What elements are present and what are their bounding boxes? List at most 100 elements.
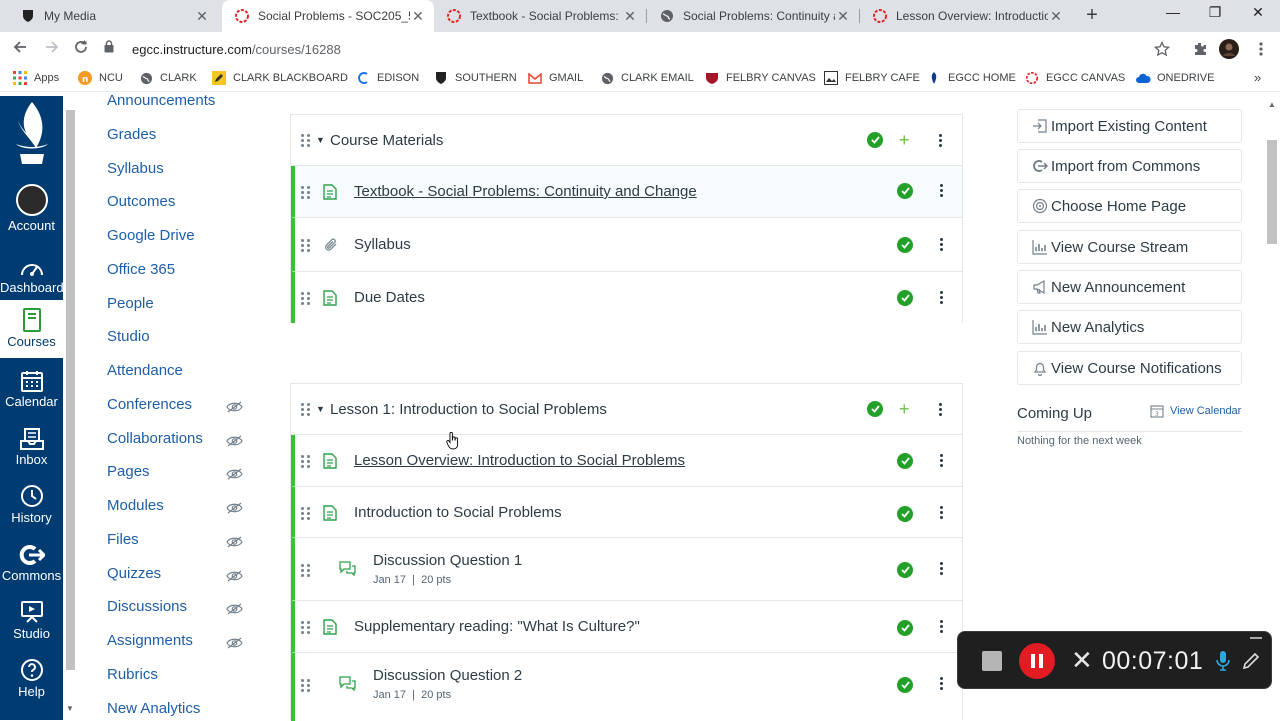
course-nav-link[interactable]: Studio [107,328,150,345]
bookmark-edison[interactable]: EDISON [355,70,419,86]
back-icon[interactable] [10,39,30,59]
published-check-icon[interactable] [897,562,913,578]
drag-handle-icon[interactable] [301,564,310,577]
extensions-icon[interactable] [1190,39,1210,59]
course-nav-link[interactable]: Modules [107,497,164,514]
nav-commons[interactable]: Commons [0,540,63,596]
minimize-icon[interactable]: — [1158,4,1188,20]
published-check-icon[interactable] [897,620,913,636]
course-nav-link[interactable]: Pages [107,463,150,480]
drag-handle-icon[interactable] [301,402,310,416]
profile-avatar[interactable] [1219,39,1239,59]
module-item-title[interactable]: Lesson Overview: Introduction to Social … [354,452,685,469]
published-check-icon[interactable] [897,290,913,306]
forward-icon[interactable] [42,39,62,59]
course-nav-link[interactable]: Files [107,531,139,548]
course-nav-link[interactable]: Discussions [107,598,187,615]
browser-tab[interactable]: Social Problems: Continuity an ✕ [647,0,859,32]
drag-handle-icon[interactable] [301,239,310,252]
course-nav-link[interactable]: Syllabus [107,160,164,177]
item-options-icon[interactable] [938,506,944,519]
module-item-title[interactable]: Discussion Question 2 [373,667,522,684]
module-item[interactable]: Lesson Overview: Introduction to Social … [291,435,962,487]
import-existing-content-button[interactable]: Import Existing Content [1017,109,1242,143]
bookmark-egcc-home[interactable]: EGCC HOME [926,70,1016,86]
nav-studio[interactable]: Studio [0,598,63,654]
new-analytics-button[interactable]: New Analytics [1017,310,1242,344]
item-options-icon[interactable] [938,238,944,251]
course-nav-scroll-thumb[interactable] [66,110,75,670]
bookmark-clark-email[interactable]: CLARK EMAIL [599,70,694,86]
module-item-title[interactable]: Introduction to Social Problems [354,504,562,521]
drag-handle-icon[interactable] [301,133,310,147]
item-options-icon[interactable] [938,677,944,690]
bookmark-clark[interactable]: CLARK [138,70,197,86]
published-check-icon[interactable] [897,453,913,469]
browser-menu-icon[interactable] [1251,39,1271,59]
module-header[interactable]: ▼ Course Materials + [291,115,962,166]
course-nav-link[interactable]: Assignments [107,632,193,649]
nav-history[interactable]: History [0,482,63,538]
microphone-icon[interactable] [1215,650,1231,677]
maximize-icon[interactable]: ❐ [1200,4,1230,21]
bookmark-gmail[interactable]: GMAIL [527,70,583,86]
drag-handle-icon[interactable] [301,679,310,692]
module-item[interactable]: Discussion Question 1 Jan 17 | 20 pts [291,538,962,601]
browser-tab[interactable]: Lesson Overview: Introduction ✕ [860,0,1072,32]
bookmark-onedrive[interactable]: ONEDRIVE [1135,70,1214,86]
drag-handle-icon[interactable] [301,455,310,468]
item-options-icon[interactable] [938,291,944,304]
add-item-button[interactable]: + [899,399,910,420]
module-item-title[interactable]: Due Dates [354,289,425,306]
published-check-icon[interactable] [897,506,913,522]
more-bookmarks-icon[interactable]: » [1254,70,1261,85]
star-icon[interactable] [1152,39,1172,59]
course-nav-link[interactable]: Outcomes [107,193,175,210]
choose-home-page-button[interactable]: Choose Home Page [1017,189,1242,223]
scroll-down-arrow-icon[interactable]: ▼ [66,704,74,713]
bookmark-felbry-cafe[interactable]: FELBRY CAFE [823,70,920,86]
item-options-icon[interactable] [938,454,944,467]
item-options-icon[interactable] [938,620,944,633]
window-close-icon[interactable]: ✕ [1243,4,1273,21]
bookmark-felbry-canvas[interactable]: FELBRY CANVAS [704,70,816,86]
published-check-icon[interactable] [867,401,883,417]
pause-recording-button[interactable] [1019,643,1055,679]
drag-handle-icon[interactable] [301,186,310,199]
published-check-icon[interactable] [897,183,913,199]
browser-tab[interactable]: Textbook - Social Problems: Co ✕ [434,0,646,32]
module-item[interactable]: Supplementary reading: "What Is Culture?… [291,601,962,653]
add-item-button[interactable]: + [899,130,910,151]
course-nav-link[interactable]: New Analytics [107,700,200,717]
cancel-recording-icon[interactable]: ✕ [1071,646,1093,674]
browser-tab[interactable]: My Media ✕ [8,0,218,32]
nav-courses[interactable]: Courses [0,300,63,358]
module-header[interactable]: ▼ Lesson 1: Introduction to Social Probl… [291,384,962,435]
egcc-logo[interactable] [10,100,54,172]
close-icon[interactable]: ✕ [410,8,426,25]
course-nav-link[interactable]: Conferences [107,396,192,413]
caret-down-icon[interactable]: ▼ [316,404,325,414]
view-calendar-link[interactable]: 3 View Calendar [1150,404,1241,418]
view-course-stream-button[interactable]: View Course Stream [1017,230,1242,264]
drag-handle-icon[interactable] [301,292,310,305]
module-item[interactable]: Textbook - Social Problems: Continuity a… [291,166,962,218]
course-nav-link[interactable]: Grades [107,126,156,143]
bookmark-egcc-canvas[interactable]: EGCC CANVAS [1024,70,1125,86]
module-options-icon[interactable] [937,133,943,147]
pen-annotate-icon[interactable] [1242,652,1260,675]
module-item-title[interactable]: Discussion Question 1 [373,552,522,569]
bookmark-ncu[interactable]: n NCU [77,70,123,86]
item-options-icon[interactable] [938,562,944,575]
page-scroll-thumb[interactable] [1267,140,1277,244]
course-nav-link[interactable]: Collaborations [107,430,203,447]
module-options-icon[interactable] [937,402,943,416]
browser-tab-active[interactable]: Social Problems - SOC205_514 ✕ [222,0,434,32]
course-nav-link[interactable]: Quizzes [107,565,161,582]
close-icon[interactable]: ✕ [835,8,851,25]
new-tab-button[interactable]: + [1082,5,1102,26]
drag-handle-icon[interactable] [301,507,310,520]
scroll-up-arrow-icon[interactable]: ▲ [1268,100,1276,109]
course-nav-link[interactable]: Announcements [107,92,215,109]
module-item-title[interactable]: Textbook - Social Problems: Continuity a… [354,183,697,200]
